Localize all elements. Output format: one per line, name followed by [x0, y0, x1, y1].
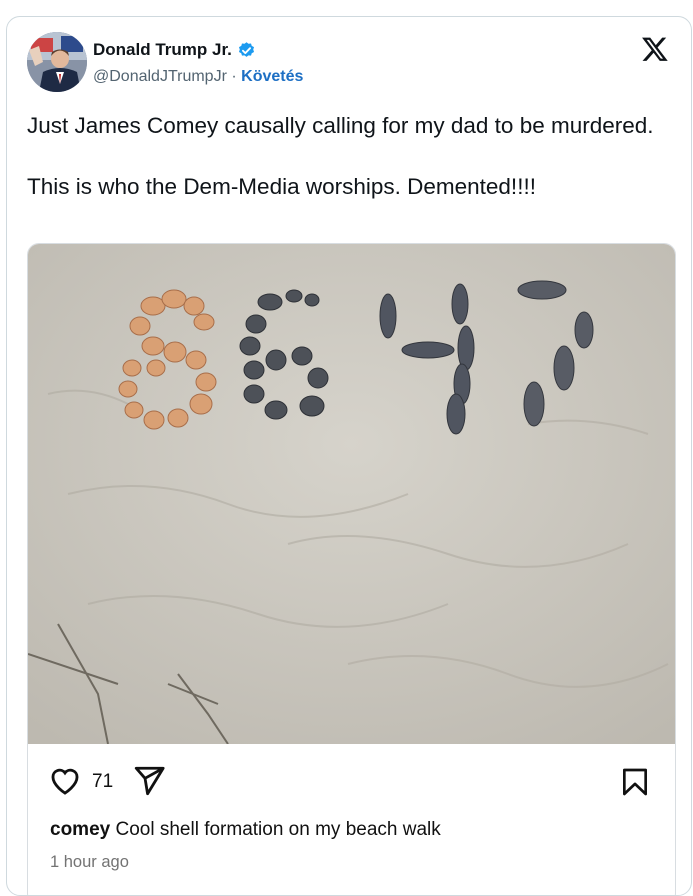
author-name-text[interactable]: Donald Trump Jr.	[93, 40, 232, 60]
author-avatar[interactable]	[27, 32, 87, 92]
tweet-paragraph: Just James Comey causally calling for my…	[27, 113, 654, 138]
verified-badge-icon	[238, 41, 254, 57]
post-image[interactable]	[28, 244, 675, 744]
author-name[interactable]: Donald Trump Jr.	[93, 40, 256, 60]
x-logo-icon[interactable]	[641, 35, 669, 63]
tweet-text: Just James Comey causally calling for my…	[27, 110, 667, 202]
like-count: 71	[92, 771, 114, 792]
caption-username[interactable]: comey	[50, 819, 110, 840]
author-handle[interactable]: @DonaldJTrumpJr	[93, 68, 227, 85]
tweet-paragraph: This is who the Dem-Media worships. Deme…	[27, 174, 536, 199]
heart-icon[interactable]	[47, 764, 83, 798]
tweet-card: Donald Trump Jr. @DonaldJTrumpJr · Követ…	[6, 16, 692, 896]
post-timestamp[interactable]: 1 hour ago	[50, 853, 129, 872]
post-actions: 71	[28, 744, 675, 824]
author-handle-row: @DonaldJTrumpJr · Követés	[93, 68, 303, 86]
follow-button[interactable]: Követés	[241, 68, 303, 85]
caption-text: Cool shell formation on my beach walk	[115, 819, 441, 840]
bookmark-icon[interactable]	[619, 764, 651, 800]
embedded-instagram-post[interactable]: 71 comey Cool shell formation on my beac…	[27, 243, 676, 895]
post-caption: comey Cool shell formation on my beach w…	[50, 819, 441, 841]
separator-dot: ·	[231, 68, 237, 85]
send-icon[interactable]	[131, 764, 167, 798]
